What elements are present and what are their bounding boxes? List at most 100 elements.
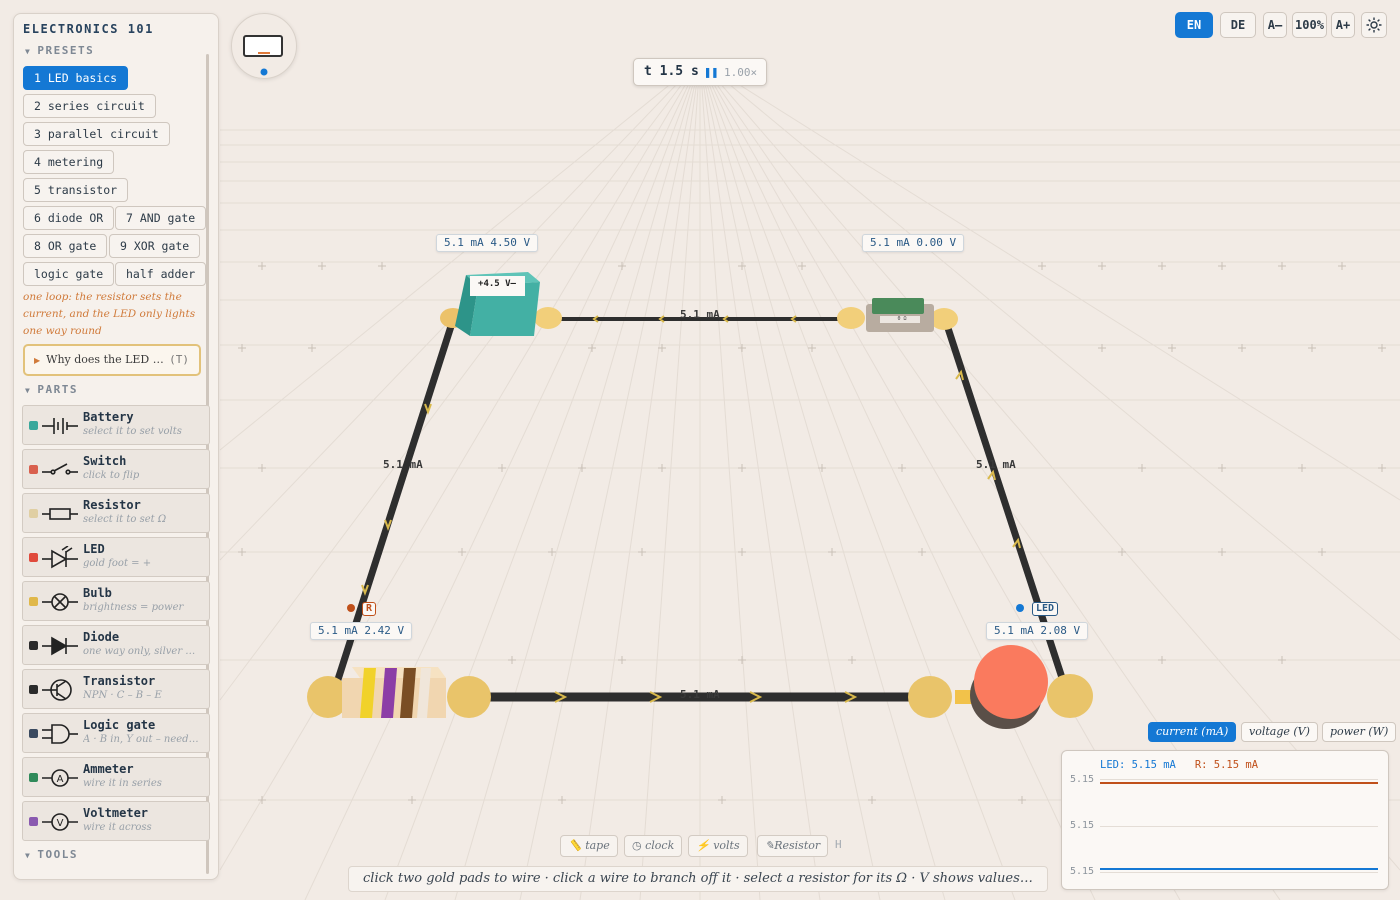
resistor-icon <box>42 508 78 520</box>
preset-xor-gate[interactable]: 9 XOR gate <box>109 234 201 258</box>
led-component[interactable] <box>908 645 1093 729</box>
led-current-line <box>1100 868 1378 870</box>
sim-time: t 1.5 s <box>644 64 699 79</box>
theme-toggle-button[interactable] <box>1361 12 1387 38</box>
lang-de-button[interactable]: DE <box>1220 12 1256 38</box>
diode-icon <box>42 636 78 656</box>
color-swatch <box>29 641 38 650</box>
graph-tab-power[interactable]: power (W) <box>1322 722 1397 742</box>
logic-gate-icon <box>42 724 78 744</box>
caret-down-icon: ▼ <box>25 851 32 860</box>
zoom-level[interactable]: 100% <box>1292 12 1327 38</box>
resistor-tag[interactable]: R <box>362 602 377 616</box>
sun-icon <box>1366 17 1382 33</box>
voltmeter-icon: V <box>42 813 78 831</box>
pause-icon[interactable]: ❚❚ <box>704 65 718 79</box>
color-swatch <box>29 597 38 606</box>
graph-tick-bottom: 5.15 <box>1070 866 1095 877</box>
ammeter-icon: A <box>42 769 78 787</box>
tape-tool[interactable]: 📏 tape <box>560 835 618 857</box>
resistor-tool[interactable]: ✎Resistor <box>757 835 829 857</box>
part-logic-gate[interactable]: Logic gate A · B in, Y out – need… <box>22 713 210 753</box>
led-readout: 5.1 mA 2.08 V <box>986 622 1089 640</box>
svg-text:V: V <box>57 818 64 829</box>
why-led-button[interactable]: ▶ Why does the LED … (T) <box>23 344 201 376</box>
presets-heading[interactable]: ▼ PRESETS <box>25 44 94 57</box>
part-switch[interactable]: Switch click to flip <box>22 449 210 489</box>
part-led[interactable]: LED gold foot = + <box>22 537 210 577</box>
status-bar: click two gold pads to wire · click a wi… <box>348 866 1048 892</box>
tools-shortcut-key: H <box>835 838 842 851</box>
part-transistor[interactable]: Transistor NPN · C – B – E <box>22 669 210 709</box>
wire-current-top: 5.1 mA <box>680 308 720 321</box>
wire-current-right: 5.1 mA <box>976 458 1016 471</box>
sidebar: ELECTRONICS 101 ▼ PRESETS 1 LED basics 2 … <box>13 13 219 880</box>
graph-legend: LED: 5.15 mA R: 5.15 mA <box>1100 759 1259 771</box>
preset-hint: one loop: the resistor sets the current,… <box>23 291 196 337</box>
play-icon: ▶ <box>34 356 41 365</box>
wire-current-bottom: 5.1 mA <box>680 688 720 701</box>
switch-readout: 5.1 mA 0.00 V <box>862 234 965 252</box>
svg-text:A: A <box>57 774 64 785</box>
graph-tab-voltage[interactable]: voltage (V) <box>1241 722 1318 742</box>
preset-or-gate[interactable]: 8 OR gate <box>23 234 108 258</box>
current-graph: LED: 5.15 mA R: 5.15 mA 5.15 5.15 5.15 <box>1061 750 1389 890</box>
sim-speed[interactable]: 1.00× <box>724 66 757 79</box>
led-icon <box>42 546 78 569</box>
bolt-icon: ⚡ <box>696 839 710 852</box>
part-ammeter[interactable]: A Ammeter wire it in series <box>22 757 210 797</box>
font-increase-button[interactable]: A+ <box>1331 12 1355 38</box>
battery-voltage-display: +4.5 V– <box>478 279 516 289</box>
caret-down-icon: ▼ <box>25 386 32 395</box>
switch-resistance: 0 Ω <box>897 316 907 322</box>
part-voltmeter[interactable]: V Voltmeter wire it across <box>22 801 210 841</box>
resistor-readout: 5.1 mA 2.42 V <box>310 622 413 640</box>
led-tag[interactable]: LED <box>1032 602 1059 616</box>
resistor-current-line <box>1100 782 1378 784</box>
sim-time-badge[interactable]: t 1.5 s ❚❚ 1.00× <box>633 58 767 86</box>
battery-icon <box>42 418 78 434</box>
led-marker-dot <box>1016 604 1024 612</box>
parts-heading[interactable]: ▼ PARTS <box>25 383 78 396</box>
resistor-component[interactable] <box>307 667 491 718</box>
graph-tab-current[interactable]: current (mA) <box>1148 722 1237 742</box>
lang-en-button[interactable]: EN <box>1175 12 1213 38</box>
color-swatch <box>29 553 38 562</box>
wire-current-left: 5.1 mA <box>383 458 423 471</box>
preset-half-adder[interactable]: half adder <box>115 262 207 286</box>
part-resistor[interactable]: Resistor select it to set Ω <box>22 493 210 533</box>
part-battery[interactable]: Battery select it to set volts <box>22 405 210 445</box>
view-toggle-button[interactable] <box>231 13 297 79</box>
color-swatch <box>29 685 38 694</box>
color-swatch <box>29 729 38 738</box>
preset-led-basics[interactable]: 1 LED basics <box>23 66 129 90</box>
switch-icon <box>42 463 78 475</box>
color-swatch <box>29 465 38 474</box>
color-swatch <box>29 817 38 826</box>
color-swatch <box>29 773 38 782</box>
transistor-icon <box>42 679 72 701</box>
battery-readout: 5.1 mA 4.50 V <box>436 234 539 252</box>
preset-metering[interactable]: 4 metering <box>23 150 115 174</box>
preset-and-gate[interactable]: 7 AND gate <box>115 206 207 230</box>
caret-down-icon: ▼ <box>25 47 32 56</box>
color-swatch <box>29 509 38 518</box>
preset-diode-or[interactable]: 6 diode OR <box>23 206 115 230</box>
part-bulb[interactable]: Bulb brightness = power <box>22 581 210 621</box>
font-decrease-button[interactable]: A– <box>1263 12 1287 38</box>
graph-tick-mid: 5.15 <box>1070 820 1095 831</box>
app-title: ELECTRONICS 101 <box>23 22 154 36</box>
color-swatch <box>29 421 38 430</box>
preset-transistor[interactable]: 5 transistor <box>23 178 129 202</box>
clock-tool[interactable]: ◷ clock <box>624 835 683 857</box>
resistor-marker-dot <box>347 604 355 612</box>
part-diode[interactable]: Diode one way only, silver … <box>22 625 210 665</box>
pencil-icon: ✎ <box>765 839 775 852</box>
preset-logic-gate[interactable]: logic gate <box>23 262 115 286</box>
volts-tool[interactable]: ⚡ volts <box>688 835 748 857</box>
preset-series-circuit[interactable]: 2 series circuit <box>23 94 156 118</box>
switch-component[interactable] <box>837 298 958 332</box>
tools-heading[interactable]: ▼ TOOLS <box>25 848 78 861</box>
preset-parallel-circuit[interactable]: 3 parallel circuit <box>23 122 170 146</box>
bulb-icon <box>42 593 78 611</box>
